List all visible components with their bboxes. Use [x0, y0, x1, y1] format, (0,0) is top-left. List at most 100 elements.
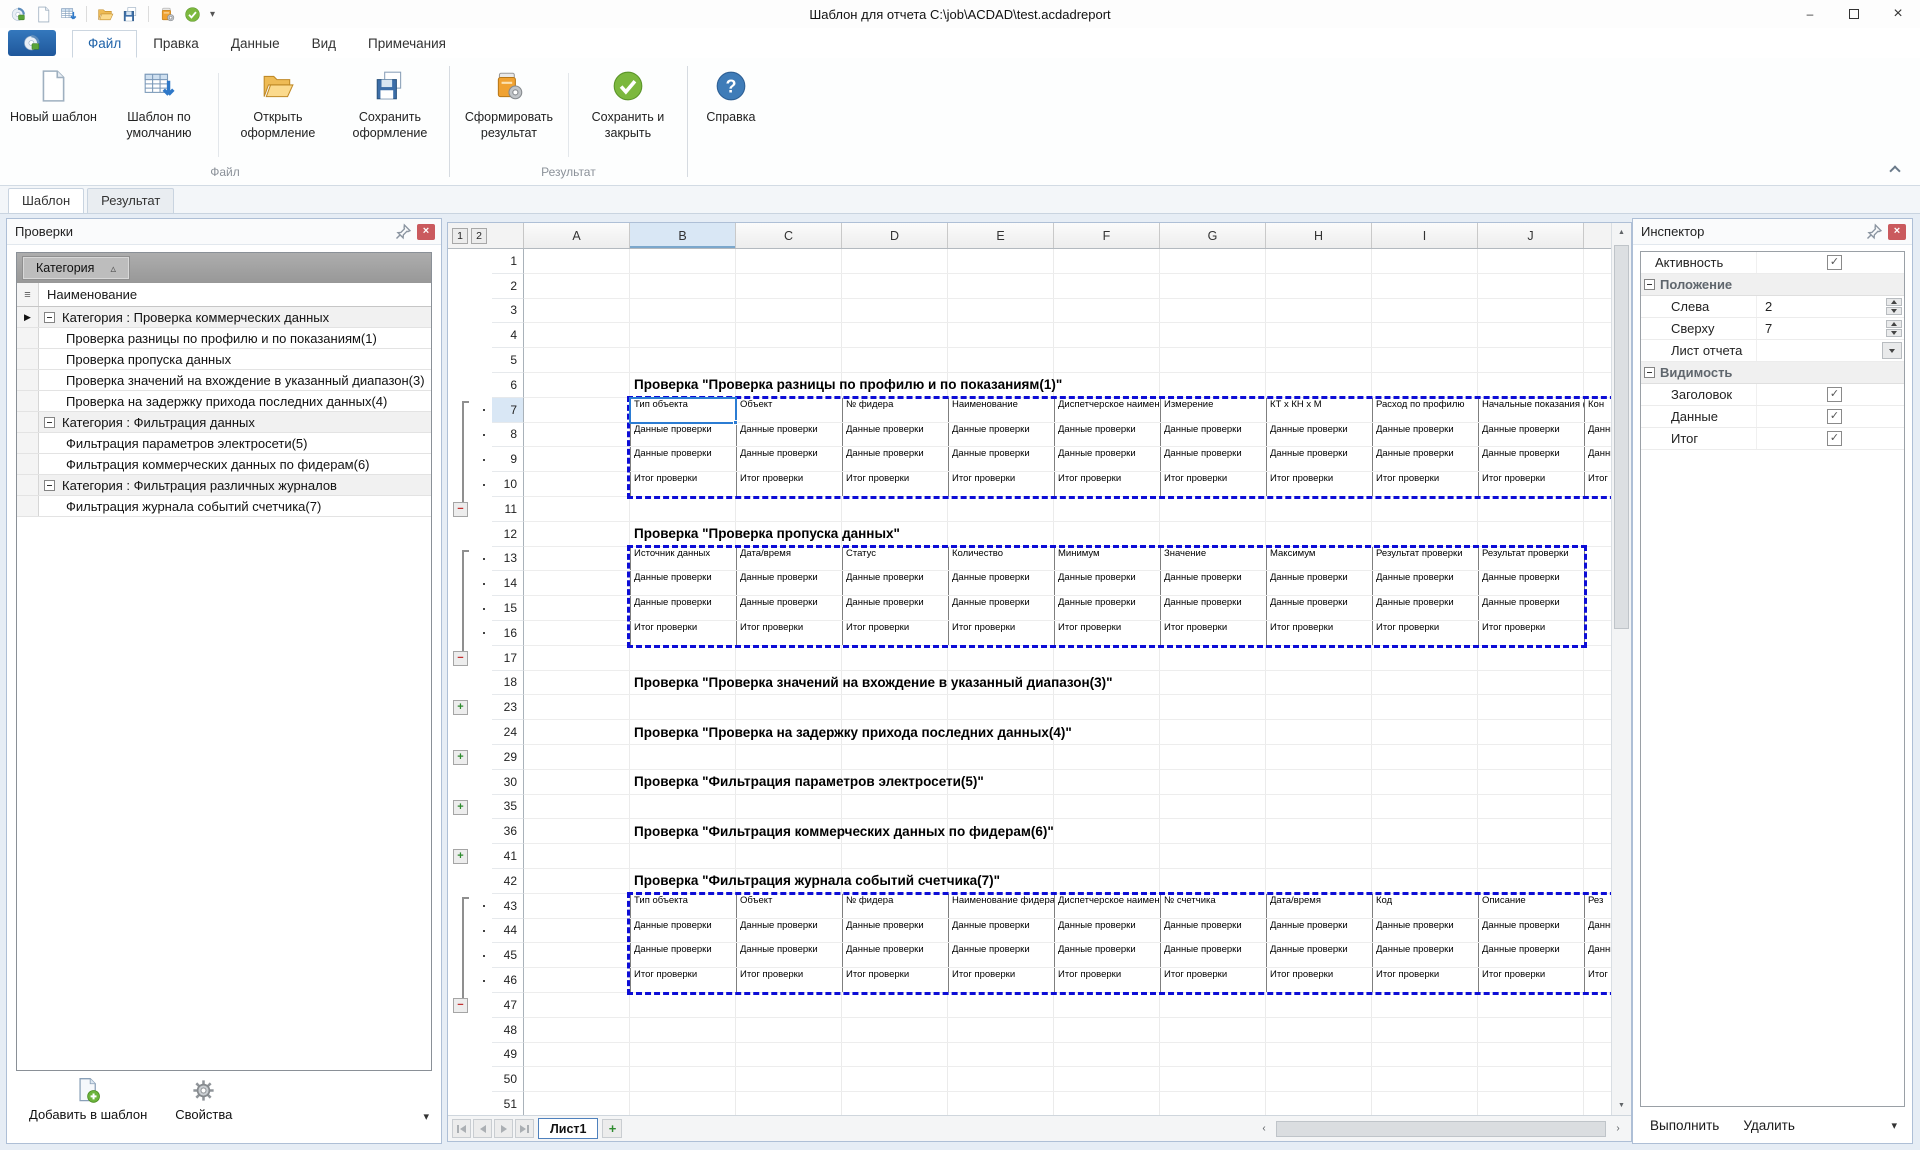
grid-cell[interactable]: Данные проверки	[630, 571, 737, 596]
add-sheet-button[interactable]: +	[602, 1119, 622, 1138]
row-header-47[interactable]: 47	[492, 993, 524, 1018]
row-header-17[interactable]: 17	[492, 646, 524, 671]
app-button[interactable]	[8, 30, 56, 56]
grid-cell[interactable]: Данные проверки	[948, 919, 1055, 944]
grid-cell[interactable]: Данные проверки	[1160, 447, 1267, 472]
grid-cell[interactable]: Данные проверки	[1054, 596, 1161, 621]
spin-up-icon[interactable]	[1886, 320, 1902, 328]
grid-cell[interactable]: Данные проверки	[1054, 571, 1161, 596]
grid-cell[interactable]: Данные проверки	[1372, 943, 1479, 968]
grid-cell[interactable]: Данные проверки	[1478, 919, 1585, 944]
row-header-11[interactable]: 11	[492, 497, 524, 522]
expand-group-button[interactable]: +	[453, 700, 468, 715]
tree-row[interactable]: Фильтрация коммерческих данных по фидера…	[17, 454, 431, 475]
generate-result-icon[interactable]	[157, 4, 177, 24]
grid-cell[interactable]: Итог проверки	[1054, 621, 1161, 646]
scroll-up-icon[interactable]: ▲	[1612, 223, 1632, 242]
grid-cell[interactable]: Данные проверки	[1584, 423, 1611, 448]
grid-cell[interactable]: Данные проверки	[1160, 943, 1267, 968]
inspector-more-button[interactable]: ▾	[1891, 1119, 1905, 1132]
row-header-49[interactable]: 49	[492, 1043, 524, 1068]
grid-cell[interactable]: Данные проверки	[1584, 943, 1611, 968]
add-to-template-button[interactable]: Добавить в шаблон	[29, 1077, 147, 1122]
grid-cell[interactable]: Итог проверки	[1266, 621, 1373, 646]
delete-button[interactable]: Удалить	[1743, 1118, 1795, 1133]
maximize-button[interactable]	[1832, 0, 1876, 28]
grid-cell[interactable]: Данные проверки	[948, 571, 1055, 596]
grid-cell[interactable]: Данные проверки	[1266, 943, 1373, 968]
generate-result-button[interactable]: Сформировать результат	[453, 63, 565, 145]
open-folder-icon[interactable]	[95, 4, 115, 24]
row-header-24[interactable]: 24	[492, 720, 524, 745]
row-header-29[interactable]: 29	[492, 745, 524, 770]
row-header-51[interactable]: 51	[492, 1092, 524, 1115]
grid-cell[interactable]: Итог проверки	[842, 621, 949, 646]
grid-cell[interactable]: Объект	[736, 398, 843, 423]
grid-cell[interactable]: Данные проверки	[630, 447, 737, 472]
open-folder-button[interactable]: Открыть оформление	[222, 63, 334, 145]
row-header-7[interactable]: 7	[492, 398, 524, 423]
grid-cell[interactable]: Итог проверки	[1266, 472, 1373, 497]
sheet-nav-first-button[interactable]	[452, 1119, 471, 1138]
collapse-icon[interactable]	[44, 480, 55, 491]
sheet-nav-prev-button[interactable]	[473, 1119, 492, 1138]
grid-cell[interactable]: Объект	[736, 894, 843, 919]
grid-cell[interactable]: Данные проверки	[736, 571, 843, 596]
grid-cell[interactable]: Наименование	[948, 398, 1055, 423]
row-header-48[interactable]: 48	[492, 1018, 524, 1043]
grid-cell[interactable]: Данные проверки	[1266, 919, 1373, 944]
hscroll-left-icon[interactable]: ‹	[1255, 1120, 1273, 1138]
grid-cell[interactable]: Данные проверки	[842, 596, 949, 621]
grid-cell[interactable]: Данные проверки	[630, 943, 737, 968]
column-header-B[interactable]: B	[630, 223, 736, 248]
row-header-2[interactable]: 2	[492, 274, 524, 299]
grid-cell[interactable]: Итог проверки	[842, 472, 949, 497]
row-header-42[interactable]: 42	[492, 869, 524, 894]
grid-cell[interactable]: Данные проверки	[736, 596, 843, 621]
tree-row[interactable]: ▶Категория : Проверка коммерческих данны…	[17, 307, 431, 328]
row-header-50[interactable]: 50	[492, 1067, 524, 1092]
column-header-A[interactable]: A	[524, 223, 630, 248]
row-header-43[interactable]: 43	[492, 894, 524, 919]
grid-cell[interactable]: Итог проверки	[1160, 968, 1267, 993]
grid-cell[interactable]: Итог проверки	[630, 968, 737, 993]
row-header-9[interactable]: 9	[492, 447, 524, 472]
grid-cell[interactable]: Итог проверки	[630, 621, 737, 646]
group-by-chip-category[interactable]: Категория ▵	[23, 257, 129, 279]
column-header-J[interactable]: J	[1478, 223, 1584, 248]
grid-cell[interactable]: Итог проверки	[1372, 621, 1479, 646]
grid-cell[interactable]: Данные проверки	[1372, 919, 1479, 944]
grid-cell[interactable]: Данные проверки	[1054, 943, 1161, 968]
row-header-36[interactable]: 36	[492, 819, 524, 844]
save-icon[interactable]	[120, 4, 140, 24]
grid-cell[interactable]: Итог проверки	[948, 968, 1055, 993]
checkbox[interactable]: ✓	[1827, 255, 1842, 270]
grid-cell[interactable]: Данные проверки	[1266, 423, 1373, 448]
row-header-45[interactable]: 45	[492, 943, 524, 968]
grid-cell[interactable]: Итог проверки	[1478, 968, 1585, 993]
minimize-button[interactable]: –	[1788, 0, 1832, 28]
grid-cell[interactable]: Тип объекта	[630, 398, 737, 423]
vscroll-thumb[interactable]	[1614, 245, 1629, 629]
app-logo-icon[interactable]	[8, 4, 28, 24]
grid-cell[interactable]: Данные проверки	[1584, 919, 1611, 944]
expand-group-button[interactable]: +	[453, 800, 468, 815]
column-header-D[interactable]: D	[842, 223, 948, 248]
doc-tab-0[interactable]: Шаблон	[8, 188, 84, 213]
grid-cell[interactable]: Данные проверки	[1372, 447, 1479, 472]
property-row[interactable]: Сверху7	[1641, 318, 1904, 340]
tree-row[interactable]: Категория : Фильтрация данных	[17, 412, 431, 433]
save-close-button[interactable]: Сохранить и закрыть	[572, 63, 684, 145]
pin-icon[interactable]	[1865, 223, 1883, 241]
row-header-30[interactable]: 30	[492, 770, 524, 795]
ribbon-tab-3[interactable]: Вид	[296, 30, 352, 58]
grid-cell[interactable]: Значение	[1160, 547, 1267, 572]
grid-cell[interactable]: № фидера	[842, 894, 949, 919]
close-button[interactable]: ×	[1876, 0, 1920, 28]
grid-cell[interactable]: Количество	[948, 547, 1055, 572]
ribbon-tab-4[interactable]: Примечания	[352, 30, 462, 58]
grid-cell[interactable]: Итог проверки	[1160, 621, 1267, 646]
grid-cell[interactable]: Итог проверки	[1054, 968, 1161, 993]
row-header-46[interactable]: 46	[492, 968, 524, 993]
property-row[interactable]: Данные✓	[1641, 406, 1904, 428]
